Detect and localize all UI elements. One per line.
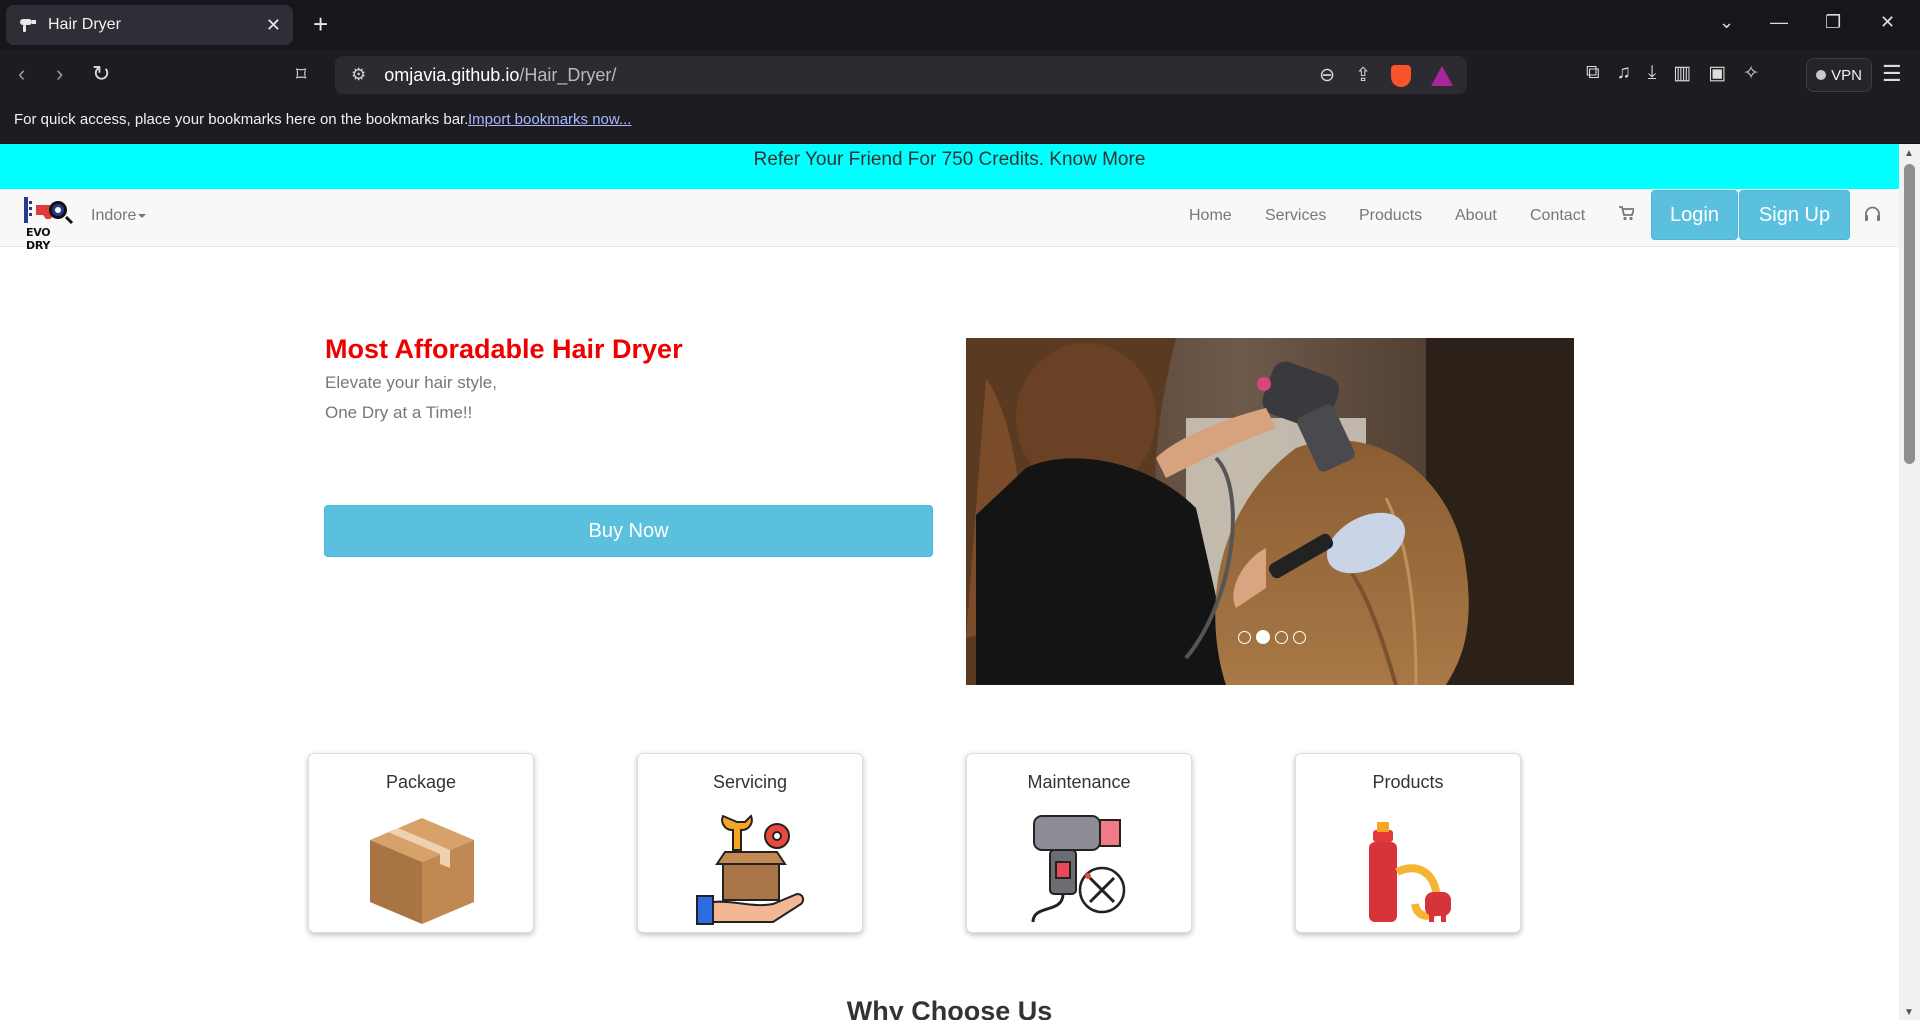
carousel-dot-3[interactable]: [1275, 631, 1288, 644]
hair-dryer-logo-icon: [24, 197, 74, 225]
nav-home[interactable]: Home: [1189, 207, 1232, 225]
buy-now-button[interactable]: Buy Now: [324, 505, 933, 557]
close-tab-icon[interactable]: ✕: [266, 15, 281, 36]
cart-icon[interactable]: [1618, 206, 1636, 226]
nav-about[interactable]: About: [1455, 207, 1497, 225]
tab-list-chevron-icon[interactable]: ⌄: [1719, 12, 1734, 33]
carousel-indicators: [1238, 630, 1306, 644]
card-servicing[interactable]: Servicing: [637, 753, 863, 933]
url-path: /Hair_Dryer/: [519, 64, 617, 85]
sidebar-icon[interactable]: ▥: [1673, 62, 1691, 85]
carousel-dot-4[interactable]: [1293, 631, 1306, 644]
tab-title: Hair Dryer: [48, 16, 121, 33]
hair-products-icon: [1369, 822, 1451, 922]
browser-tab[interactable]: Hair Dryer ✕: [6, 5, 293, 45]
zoom-out-icon[interactable]: ⊖: [1319, 64, 1335, 87]
address-bar[interactable]: ⚙ omjavia.github.io /Hair_Dryer/ ⊖ ⇪: [335, 56, 1467, 94]
hero-title: Most Afforadable Hair Dryer: [325, 334, 683, 364]
brave-shields-icon[interactable]: [1391, 64, 1411, 87]
brave-rewards-icon[interactable]: [1431, 65, 1453, 86]
login-button[interactable]: Login: [1651, 190, 1738, 240]
reload-icon[interactable]: ↻: [92, 62, 110, 86]
hero-subtitle-line2: One Dry at a Time!!: [325, 403, 473, 422]
scroll-up-icon[interactable]: ▲: [1904, 148, 1914, 159]
menu-icon[interactable]: ☰: [1882, 61, 1902, 87]
media-icon[interactable]: ♫: [1617, 62, 1631, 85]
bookmarks-bar: For quick access, place your bookmarks h…: [0, 100, 1920, 144]
nav-services[interactable]: Services: [1265, 207, 1326, 225]
minimize-icon[interactable]: —: [1770, 12, 1788, 33]
site-navbar: EVO DRY Indore Home Services Products Ab…: [0, 189, 1899, 252]
browser-toolbar: ‹ › ↻ ⌑ ⚙ omjavia.github.io /Hair_Dryer/…: [0, 50, 1920, 100]
carousel-dot-2[interactable]: [1256, 630, 1270, 644]
city-dropdown[interactable]: Indore: [91, 207, 147, 225]
share-icon[interactable]: ⇪: [1355, 64, 1371, 87]
vpn-status-icon: [1816, 70, 1827, 80]
browser-tab-bar: Hair Dryer ✕ + ⌄ — ❐ ✕: [0, 0, 1920, 50]
new-tab-icon[interactable]: +: [313, 10, 328, 38]
nav-contact[interactable]: Contact: [1530, 207, 1585, 225]
hero-carousel[interactable]: [966, 338, 1574, 685]
card-maintenance[interactable]: Maintenance: [966, 753, 1192, 933]
hair-dryer-favicon-icon: [18, 15, 38, 35]
carousel-dot-1[interactable]: [1238, 631, 1251, 644]
close-window-icon[interactable]: ✕: [1880, 12, 1895, 33]
promo-banner[interactable]: Refer Your Friend For 750 Credits. Know …: [0, 144, 1899, 189]
logo-text: EVO DRY: [26, 226, 51, 252]
scroll-down-icon[interactable]: ▼: [1904, 1007, 1914, 1018]
scrollbar-thumb[interactable]: [1904, 164, 1915, 464]
downloads-icon[interactable]: ⤓: [1648, 62, 1656, 85]
box-icon: [370, 818, 474, 924]
card-label: Products: [1372, 772, 1444, 792]
servicing-tools-icon: [696, 814, 805, 925]
nav-products[interactable]: Products: [1359, 207, 1422, 225]
bookmark-icon[interactable]: ⌑: [296, 62, 306, 87]
site-settings-icon[interactable]: ⚙: [351, 65, 366, 85]
extensions-icon[interactable]: ⧉: [1586, 62, 1600, 85]
forward-icon[interactable]: ›: [56, 62, 63, 86]
card-package[interactable]: Package: [308, 753, 534, 933]
bookmarks-message: For quick access, place your bookmarks h…: [14, 111, 469, 128]
card-label: Package: [385, 772, 457, 792]
url-host: omjavia.github.io: [384, 64, 520, 85]
vpn-label: VPN: [1831, 66, 1862, 84]
import-bookmarks-link[interactable]: Import bookmarks now...: [468, 111, 631, 128]
back-icon[interactable]: ‹: [18, 62, 25, 86]
headset-icon[interactable]: [1864, 206, 1881, 227]
evo-dry-logo[interactable]: EVO DRY: [22, 193, 74, 252]
page-scrollbar[interactable]: ▲ ▼: [1899, 144, 1920, 1020]
dryer-maintenance-icon: [1031, 815, 1126, 923]
city-label: Indore: [91, 207, 137, 224]
caret-down-icon: [138, 213, 147, 218]
hero-subtitle-line1: Elevate your hair style,: [325, 373, 497, 392]
vpn-button[interactable]: VPN: [1806, 58, 1872, 92]
restore-icon[interactable]: ❐: [1825, 12, 1841, 33]
card-products[interactable]: Products: [1295, 753, 1521, 933]
wallet-icon[interactable]: ▣: [1708, 62, 1726, 85]
signup-button[interactable]: Sign Up: [1739, 190, 1850, 240]
leo-ai-icon[interactable]: ✧: [1743, 62, 1759, 85]
card-label: Servicing: [712, 772, 788, 792]
page-viewport: Refer Your Friend For 750 Credits. Know …: [0, 144, 1899, 1020]
why-choose-us-heading: Why Choose Us: [846, 996, 1053, 1020]
card-label: Maintenance: [1027, 772, 1131, 792]
